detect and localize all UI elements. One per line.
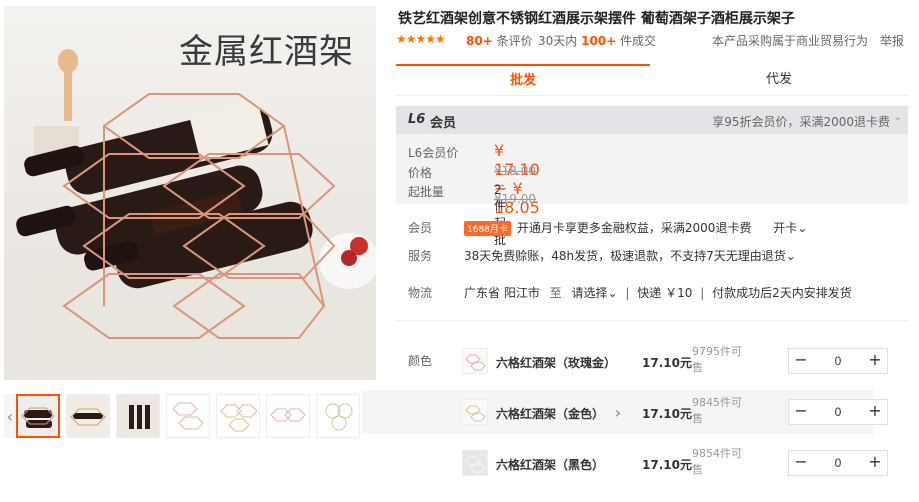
thumbnail-image bbox=[267, 395, 309, 437]
thumbnail-3[interactable] bbox=[116, 394, 160, 438]
plus-button[interactable]: + bbox=[863, 400, 887, 424]
thumbnail-image bbox=[167, 395, 209, 437]
sku-thumbnail-image bbox=[465, 354, 486, 371]
thumbnail-strip: ‹ › bbox=[0, 390, 874, 442]
ship-to-select[interactable]: 请选择⌄ bbox=[572, 286, 618, 300]
sku-price: 17.10元 bbox=[642, 458, 692, 472]
thumbnail-6[interactable] bbox=[266, 394, 310, 438]
sku-row: 六格红酒架（玫瑰金） 17.10元 9795件可售 − + bbox=[462, 342, 908, 382]
section-divider bbox=[396, 320, 908, 321]
product-title: 铁艺红酒架创意不锈钢红酒展示架摆件 葡萄酒架子酒柜展示架子 bbox=[398, 11, 795, 27]
service-row: 服务 38天免费赊账，48h发货，极速退款，不支持7天无理由退货⌄ bbox=[396, 244, 908, 266]
sku-name: 六格红酒架（金色） bbox=[496, 407, 605, 421]
thumbnail-4[interactable] bbox=[166, 394, 210, 438]
member-discount: 享95折会员价，采满2000退卡费 bbox=[712, 115, 890, 129]
quantity-stepper: − + bbox=[788, 450, 888, 476]
price-label: 价格 bbox=[408, 166, 433, 180]
thumbnail-image bbox=[18, 396, 58, 436]
product-page: 金属红酒架 ‹ › 铁艺红酒架创意不锈钢红酒展示架摆件 葡萄酒架子酒柜展示架子 bbox=[0, 0, 919, 502]
express-fee: 快递 ￥10 bbox=[637, 286, 693, 300]
sku-stock: 9854件可售 bbox=[692, 447, 742, 476]
thumbnail-7[interactable] bbox=[316, 394, 360, 438]
sku-thumbnail[interactable] bbox=[462, 399, 488, 425]
membership-card-row: 会员 1688月卡 开通月卡享更多金融权益，采满2000退卡费 开卡⌄ bbox=[396, 216, 908, 238]
sku-stock: 9795件可售 bbox=[692, 345, 742, 374]
sku-price: 17.10元 bbox=[642, 356, 692, 370]
minus-button[interactable]: − bbox=[789, 451, 813, 475]
sold-count: 30天内 100+ 件成交 bbox=[538, 34, 657, 48]
quantity-stepper: − + bbox=[788, 399, 888, 425]
membership-label: 会员 bbox=[408, 221, 433, 235]
member-price-label: L6会员价 bbox=[408, 146, 459, 160]
ship-time: 付款成功后2天内安排发货 bbox=[712, 286, 852, 300]
member-level-text: 会员 bbox=[430, 116, 457, 131]
ship-from: 广东省 阳江市 bbox=[464, 286, 540, 300]
report-link[interactable]: 举报 bbox=[880, 32, 904, 49]
plus-button[interactable]: + bbox=[863, 349, 887, 373]
chevron-down-icon: ⌄ bbox=[893, 112, 902, 123]
sku-price: 17.10元 bbox=[642, 407, 692, 421]
thumbnail-1[interactable] bbox=[16, 394, 60, 438]
tab-dropship[interactable]: 代发 bbox=[652, 64, 906, 96]
sku-name: 六格红酒架（黑色） bbox=[496, 458, 605, 472]
sku-thumbnail-image bbox=[463, 451, 487, 475]
logistics-label: 物流 bbox=[408, 286, 433, 300]
price-row: 价格 ¥18.00 ~ ¥19.00 bbox=[408, 164, 536, 206]
sku-thumbnail[interactable] bbox=[462, 450, 488, 476]
ship-to-word: 至 bbox=[549, 286, 562, 300]
service-value[interactable]: 38天免费赊账，48h发货，极速退款，不支持7天无理由退货⌄ bbox=[464, 247, 796, 264]
card-badge: 1688月卡 bbox=[464, 221, 511, 236]
logistics-divider-2: | bbox=[700, 286, 705, 300]
thumbnail-2[interactable] bbox=[66, 394, 110, 438]
open-card-link[interactable]: 开卡⌄ bbox=[773, 221, 807, 235]
quantity-input[interactable] bbox=[813, 349, 863, 373]
member-price-row: L6会员价 ¥ 17.10 ~ ¥ 18.05 bbox=[408, 141, 540, 217]
trade-note: 本产品采购属于商业贸易行为 bbox=[711, 34, 868, 48]
service-label: 服务 bbox=[408, 249, 433, 263]
product-meta: ★★★★★ 80+ 条评价 | 30天内 100+ 件成交 本产品采购属于商业贸… bbox=[396, 32, 908, 48]
quantity-input[interactable] bbox=[813, 400, 863, 424]
logistics-value: 广东省 阳江市 至 请选择⌄ | 快递 ￥10 | 付款成功后2天内安排发货 bbox=[464, 284, 852, 301]
image-caption: 金属红酒架 bbox=[179, 32, 354, 72]
thumbnail-5[interactable] bbox=[216, 394, 260, 438]
sku-name: 六格红酒架（玫瑰金） bbox=[496, 356, 617, 370]
plus-button[interactable]: + bbox=[863, 451, 887, 475]
sku-row: 六格红酒架（金色） 17.10元 9845件可售 − + bbox=[462, 393, 908, 433]
quantity-stepper: − + bbox=[788, 348, 888, 374]
sku-row: 六格红酒架（黑色） 17.10元 9854件可售 − + bbox=[462, 444, 908, 484]
member-bar[interactable]: L6 会员 享95折会员价，采满2000退卡费 ⌄ bbox=[396, 106, 908, 134]
purchase-tabs: 批发 代发 bbox=[396, 64, 908, 96]
evaluation-count[interactable]: 80+ 条评价 bbox=[466, 32, 533, 49]
quantity-input[interactable] bbox=[813, 451, 863, 475]
sku-thumbnail-image bbox=[465, 405, 486, 422]
thumb-prev-button[interactable]: ‹ bbox=[4, 394, 16, 438]
main-product-image[interactable]: 金属红酒架 bbox=[4, 6, 376, 380]
meta-divider: | bbox=[526, 32, 531, 46]
logistics-row: 物流 广东省 阳江市 至 请选择⌄ | 快递 ￥10 | 付款成功后2天内安排发… bbox=[396, 281, 908, 303]
sku-stock: 9845件可售 bbox=[692, 396, 742, 425]
price-box: L6 会员 享95折会员价，采满2000退卡费 ⌄ L6会员价 ¥ 17.10 … bbox=[396, 106, 908, 247]
minus-button[interactable]: − bbox=[789, 349, 813, 373]
thumbnail-image bbox=[117, 395, 159, 437]
sku-color-label: 颜色 bbox=[408, 354, 433, 368]
member-level-badge: L6 bbox=[408, 112, 426, 127]
sku-thumbnail[interactable] bbox=[462, 348, 488, 374]
card-text: 开通月卡享更多金融权益，采满2000退卡费 bbox=[516, 221, 752, 235]
tab-wholesale[interactable]: 批发 bbox=[396, 64, 650, 96]
thumbnail-image bbox=[217, 395, 259, 437]
logistics-divider: | bbox=[625, 286, 630, 300]
moq-label: 起批量 bbox=[408, 185, 445, 199]
minus-button[interactable]: − bbox=[789, 400, 813, 424]
moq-row: 起批量 2件起批 bbox=[408, 183, 506, 247]
thumbnail-image bbox=[317, 395, 359, 437]
rating-stars-icon: ★★★★★ bbox=[396, 32, 446, 46]
thumbnail-image bbox=[67, 395, 109, 437]
membership-value: 1688月卡 开通月卡享更多金融权益，采满2000退卡费 开卡⌄ bbox=[464, 219, 807, 236]
